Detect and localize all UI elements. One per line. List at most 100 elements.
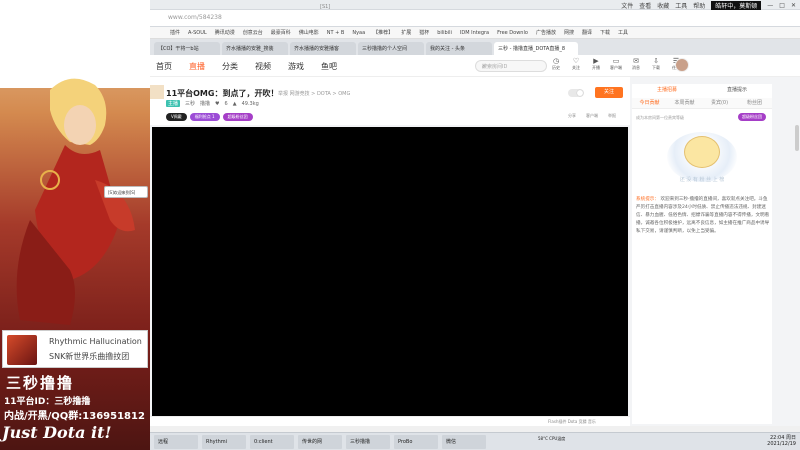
- broadcast-icon[interactable]: ▶ 开播: [590, 57, 602, 71]
- favorite-item[interactable]: 最豪百科: [271, 29, 291, 36]
- browser-tab[interactable]: 三秒撸撸的个人空间: [358, 42, 424, 55]
- nav-home[interactable]: 首页: [156, 61, 172, 72]
- video-player[interactable]: [152, 127, 628, 416]
- menu-tools[interactable]: 工具: [675, 1, 687, 10]
- download-icon[interactable]: ⇩ 下载: [650, 57, 662, 71]
- album-cover: [7, 335, 37, 365]
- super-fans-button[interactable]: 超级粉丝团: [738, 113, 766, 121]
- anchor-label: 撸撸: [200, 101, 211, 107]
- favorite-item[interactable]: 腾讯动漫: [215, 29, 235, 36]
- favorite-item[interactable]: 扩展: [401, 29, 411, 36]
- favorite-item[interactable]: 【推荐】: [373, 29, 393, 36]
- favorite-item[interactable]: 创意云台: [243, 29, 263, 36]
- taskbar-item[interactable]: 远程: [154, 435, 198, 449]
- nav-live[interactable]: 直播: [189, 61, 205, 72]
- favorite-item[interactable]: Nyaa: [352, 30, 365, 36]
- room-meta: 主播 三秒 撸撸 ♥ 6 ▲ 49.3kg: [166, 100, 259, 107]
- tab-week[interactable]: 本周贡献: [667, 98, 702, 108]
- tagline: Just Dota it!: [2, 423, 112, 442]
- notice-label: 系统提示：: [636, 197, 659, 202]
- room-category[interactable]: 举报 网游竞技 > DOTA > OMG: [278, 90, 350, 97]
- favorite-item[interactable]: 翻译: [582, 29, 592, 36]
- taskbar-item[interactable]: 三秒撸撸: [346, 435, 390, 449]
- favorite-item[interactable]: 佛山电影: [299, 29, 319, 36]
- favorite-item[interactable]: NT + B: [327, 30, 345, 36]
- cpu-temp: 58°C CPU温度: [538, 436, 566, 441]
- favorite-item[interactable]: 下载: [600, 29, 610, 36]
- room-title: 11平台OMG：到点了，开吹！: [166, 89, 279, 98]
- taskbar-item[interactable]: 传世的网: [298, 435, 342, 449]
- site-header: 首页 直播 分类 视频 游戏 鱼吧 搜索房间ID ⌕ ◷ 历史 ♡ 关注 ▶ 开播 ▭…: [150, 55, 800, 77]
- taskbar-item[interactable]: Rhythmi: [202, 435, 246, 449]
- tab-recruit[interactable]: 主播招募: [632, 84, 702, 96]
- favorite-item[interactable]: 网搜: [564, 29, 574, 36]
- window-user: 皓轩中，莫斯顿: [711, 0, 762, 10]
- url-text[interactable]: www.com/584238: [168, 14, 222, 21]
- share-button[interactable]: 分享: [568, 113, 576, 119]
- favorite-item[interactable]: 猎杯: [419, 29, 429, 36]
- search-box[interactable]: 搜索房间ID ⌕: [475, 60, 547, 72]
- favorite-item[interactable]: Free Downlo: [497, 30, 528, 36]
- tab-today[interactable]: 今日贡献: [632, 98, 667, 108]
- system-clock[interactable]: 22:04 周日 2021/12/19: [767, 435, 796, 447]
- close-icon[interactable]: ✕: [791, 2, 796, 9]
- browser-tab-active[interactable]: 三秒 - 撸撸直播_DOTA直播_8: [494, 42, 578, 55]
- anchor-name[interactable]: 三秒: [185, 100, 195, 107]
- tab-bar: 【CO】干将一b站 齐水播播的安雅_搜装 齐水播播的安雅播客 三秒撸撸的个人空间…: [150, 39, 800, 55]
- history-icon[interactable]: ◷ 历史: [550, 57, 562, 71]
- menu-file[interactable]: 文件: [621, 1, 633, 10]
- room-tools: 分享 客户端 举报: [568, 113, 616, 119]
- welfare-badge[interactable]: 福利抢点 1: [189, 113, 220, 121]
- room-badges: V佩戴 福利抢点 1 超级粉丝团: [166, 113, 253, 121]
- favorite-item[interactable]: 广告播放: [536, 29, 556, 36]
- menu-help[interactable]: 帮助: [693, 1, 705, 10]
- chat-bubble: [S]欢迎来到[S]: [104, 186, 148, 198]
- favorite-item[interactable]: bilibili: [437, 30, 452, 36]
- fans-count: 6: [224, 100, 228, 107]
- menu-view[interactable]: 查看: [639, 1, 651, 10]
- taskbar-item[interactable]: 0:client: [250, 435, 294, 449]
- nav-yuba[interactable]: 鱼吧: [321, 61, 337, 72]
- tab-vip[interactable]: 贵宾(0): [702, 98, 737, 108]
- vip-badge[interactable]: V佩戴: [166, 113, 187, 121]
- browser-tab[interactable]: 齐水播播的安雅播客: [290, 42, 356, 55]
- client-icon[interactable]: ▭ 客户端: [610, 57, 622, 71]
- notification-toggle[interactable]: [568, 89, 584, 97]
- tab-live-tip[interactable]: 直播提示: [702, 84, 772, 96]
- user-avatar[interactable]: [675, 58, 689, 72]
- minimize-icon[interactable]: —: [767, 2, 773, 9]
- nav-video[interactable]: 视频: [255, 61, 271, 72]
- fanclub-badge[interactable]: 超级粉丝团: [222, 113, 253, 121]
- broadcast-label: 开播: [592, 65, 600, 70]
- empty-state-text: 还 没 有 粉 丝 上 榜: [679, 177, 725, 183]
- message-icon[interactable]: ✉ 消息: [630, 57, 642, 71]
- room-avatar[interactable]: [150, 85, 164, 99]
- heat-icon: ▲: [232, 100, 237, 107]
- nav-category[interactable]: 分类: [222, 61, 238, 72]
- browser-title-bar: [S1] 文件 查看 收藏 工具 帮助 皓轩中，莫斯顿 — □ ✕: [150, 0, 800, 10]
- tab-fans[interactable]: 粉丝团: [737, 98, 772, 108]
- nav-game[interactable]: 游戏: [288, 61, 304, 72]
- maximize-icon[interactable]: □: [779, 2, 785, 9]
- room-header: 11平台OMG：到点了，开吹！ 举报 网游竞技 > DOTA > OMG 主播 …: [150, 77, 630, 125]
- taskbar-item[interactable]: 微信: [442, 435, 486, 449]
- favorite-item[interactable]: 插件: [170, 29, 180, 36]
- favorites-bar: 插件 A-SOUL 腾讯动漫 创意云台 最豪百科 佛山电影 NT + B Nya…: [150, 27, 800, 39]
- menu-favorites[interactable]: 收藏: [657, 1, 669, 10]
- browser-tab[interactable]: 【CO】干将一b站: [154, 42, 220, 55]
- favorite-item[interactable]: IDM Integra: [460, 30, 489, 36]
- favorite-item[interactable]: A-SOUL: [188, 30, 207, 36]
- report-button[interactable]: 举报: [608, 113, 616, 119]
- follow-button[interactable]: 关注: [595, 87, 623, 98]
- search-icon[interactable]: ⌕: [482, 63, 540, 71]
- client-button[interactable]: 客户端: [586, 113, 598, 119]
- scrollbar-thumb[interactable]: [795, 125, 799, 151]
- browser-tab[interactable]: 齐水播播的安雅_搜装: [222, 42, 288, 55]
- address-bar[interactable]: www.com/584238: [150, 10, 800, 27]
- favorite-item[interactable]: 工具: [618, 29, 628, 36]
- taskbar-item[interactable]: ProBo: [394, 435, 438, 449]
- player-tools[interactable]: Flash插件 Dota 竞猜 音乐: [548, 419, 596, 425]
- follow-icon[interactable]: ♡ 关注: [570, 57, 582, 71]
- right-sidebar: 主播招募 直播提示 今日贡献 本周贡献 贵宾(0) 粉丝团 成为本房间第一位贵宾…: [632, 84, 772, 424]
- browser-tab[interactable]: 我的关注 - 头条: [426, 42, 492, 55]
